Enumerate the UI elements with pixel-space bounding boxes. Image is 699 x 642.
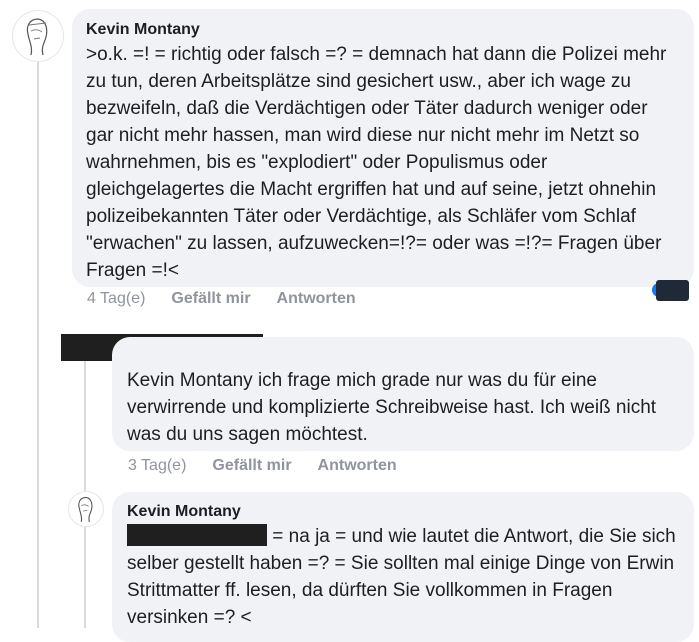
comment-bubble: Kevin Montany = na ja = und wie lautet d… [112, 492, 694, 642]
profile-sketch-icon [26, 18, 48, 56]
thread-line-main [37, 62, 39, 628]
avatar[interactable] [68, 491, 104, 527]
comment-bubble: Kevin Montany ich frage mich grade nur w… [112, 337, 694, 451]
comment-author[interactable]: Kevin Montany [86, 21, 678, 39]
comment-text: = na ja = und wie lautet die Antwort, di… [127, 523, 678, 631]
comment-text: Kevin Montany ich frage mich grade nur w… [127, 370, 657, 445]
like-button[interactable]: Gefällt mir [212, 457, 291, 475]
comment-actions: 4 Tag(e) Gefällt mir Antworten [87, 290, 356, 308]
comment-author[interactable]: Kevin Montany [127, 503, 678, 521]
like-button[interactable]: Gefällt mir [171, 290, 250, 308]
profile-sketch-icon [78, 496, 93, 523]
reply-button[interactable]: Antworten [277, 290, 356, 308]
reaction-count-redacted [656, 280, 689, 301]
comment-bubble: Kevin Montany >o.k. =! = richtig oder fa… [72, 9, 694, 287]
avatar[interactable] [12, 10, 64, 62]
reply-button[interactable]: Antworten [318, 457, 397, 475]
comment-timestamp[interactable]: 4 Tag(e) [87, 290, 145, 308]
redacted-mention [127, 524, 267, 546]
comment-timestamp[interactable]: 3 Tag(e) [128, 457, 186, 475]
comment-actions: 3 Tag(e) Gefällt mir Antworten [128, 457, 397, 475]
comment-text: >o.k. =! = richtig oder falsch =? = demn… [86, 44, 667, 281]
